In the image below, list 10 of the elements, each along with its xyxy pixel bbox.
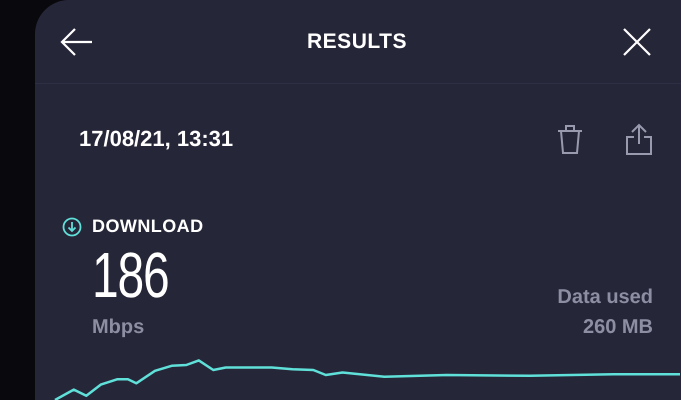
download-speed: 186 [92,240,170,310]
share-icon[interactable] [625,122,653,154]
result-timestamp: 17/08/21, 13:31 [79,125,234,153]
download-icon [62,216,82,236]
trash-icon[interactable] [557,124,583,154]
screen-title: RESULTS [306,28,408,55]
download-label: DOWNLOAD [92,215,204,238]
data-used-label: Data used [557,285,653,310]
speed-unit: Mbps [92,315,146,340]
data-used-value: 260 MB [582,315,653,340]
